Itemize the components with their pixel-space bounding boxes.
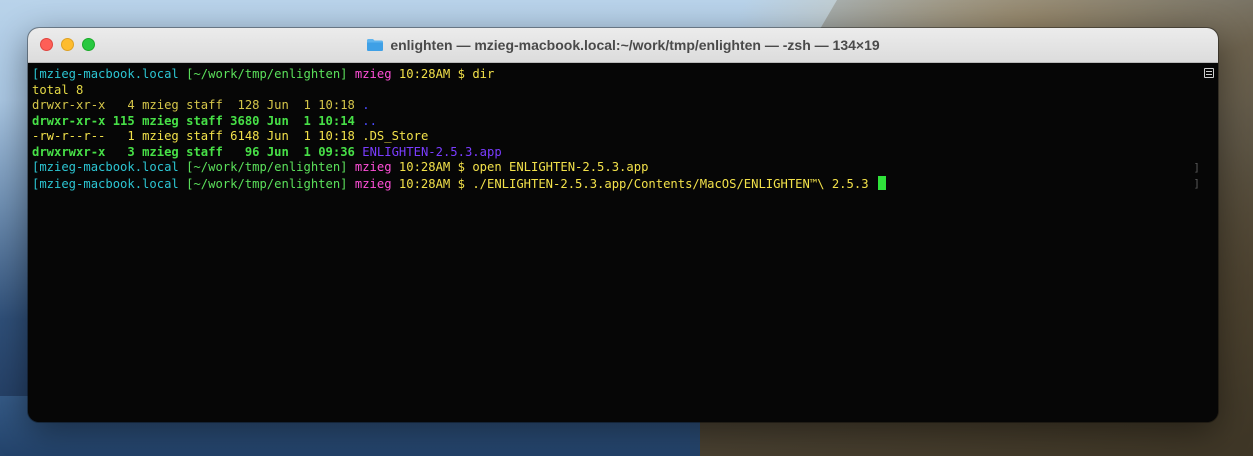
prompt-host: [mzieg-macbook.local [32,176,179,191]
listing-name: .DS_Store [362,129,429,143]
listing-perms: -rw-r--r-- [32,129,106,143]
listing-links: 115 [112,113,135,128]
terminal-output[interactable]: [mzieg-macbook.local [~/work/tmp/enlight… [28,63,1218,422]
prompt-user: mzieg [354,176,392,191]
listing-size: 3680 [230,113,260,128]
listing-owner: mzieg [142,113,179,128]
prompt-path: [~/work/tmp/enlighten] [186,67,348,81]
command-text: dir [472,67,495,81]
listing-group: staff [186,98,223,112]
listing-date: Jun 1 10:14 [266,113,355,128]
listing-links: 4 [127,98,135,112]
window-title-text: enlighten — mzieg-macbook.local:~/work/t… [390,37,880,53]
listing-owner: mzieg [142,129,179,143]
listing-owner: mzieg [142,144,179,159]
prompt-line: [mzieg-macbook.local [~/work/tmp/enlight… [32,175,1218,192]
prompt-user: mzieg [354,160,392,174]
prompt-time: 10:28AM [398,176,451,191]
window-title: enlighten — mzieg-macbook.local:~/work/t… [366,37,880,53]
zoom-button[interactable] [82,38,95,51]
command-text: ./ENLIGHTEN-2.5.3.app/Contents/MacOS/ENL… [472,176,869,191]
prompt-time: 10:28AM [398,160,451,174]
listing-date: Jun 1 10:18 [266,129,355,143]
prompt-symbol: $ [457,67,465,81]
listing-links: 1 [127,129,135,143]
listing-total: total 8 [32,82,84,97]
listing-date: Jun 1 10:18 [266,98,355,112]
prompt-user: mzieg [354,67,392,81]
prompt-symbol: $ [457,160,465,174]
listing-group: staff [186,129,223,143]
folder-icon [367,39,384,51]
listing-row: drwxr-xr-x 4 mzieg staff 128 Jun 1 10:18… [32,98,1218,114]
listing-name: ENLIGHTEN-2.5.3.app [362,144,502,159]
listing-links: 3 [127,144,135,159]
prompt-symbol: $ [457,176,465,191]
listing-perms: drwxr-xr-x [32,113,106,128]
listing-row: drwxr-xr-x 115 mzieg staff 3680 Jun 1 10… [32,114,1218,130]
terminal-window: enlighten — mzieg-macbook.local:~/work/t… [28,28,1218,422]
title-bar[interactable]: enlighten — mzieg-macbook.local:~/work/t… [28,28,1218,63]
traffic-lights [40,38,95,51]
listing-row: -rw-r--r-- 1 mzieg staff 6148 Jun 1 10:1… [32,129,1218,145]
line-end-marker: ] [1193,161,1200,174]
listing-owner: mzieg [142,98,179,112]
listing-group: staff [186,144,223,159]
command-text: open ENLIGHTEN-2.5.3.app [472,160,649,174]
listing-size: 128 [237,98,260,112]
listing-date: Jun 1 09:36 [266,144,355,159]
minimize-button[interactable] [61,38,74,51]
text-cursor [877,175,886,190]
prompt-line: [mzieg-macbook.local [~/work/tmp/enlight… [32,67,1218,83]
listing-size: 96 [244,144,260,159]
line-end-marker: ] [1193,176,1200,190]
listing-row: drwxrwxr-x 3 mzieg staff 96 Jun 1 09:36 … [32,145,1218,161]
prompt-host: [mzieg-macbook.local [32,67,179,81]
close-button[interactable] [40,38,53,51]
listing-perms: drwxrwxr-x [32,144,106,159]
prompt-path: [~/work/tmp/enlighten] [186,160,348,174]
listing-name: .. [362,113,377,128]
prompt-path: [~/work/tmp/enlighten] [186,176,348,191]
prompt-host: [mzieg-macbook.local [32,160,179,174]
listing-group: staff [186,113,223,128]
listing-name: . [362,98,370,112]
prompt-line: [mzieg-macbook.local [~/work/tmp/enlight… [32,160,1218,176]
prompt-time: 10:28AM [398,67,451,81]
listing-perms: drwxr-xr-x [32,98,106,112]
listing-size: 6148 [230,129,260,143]
